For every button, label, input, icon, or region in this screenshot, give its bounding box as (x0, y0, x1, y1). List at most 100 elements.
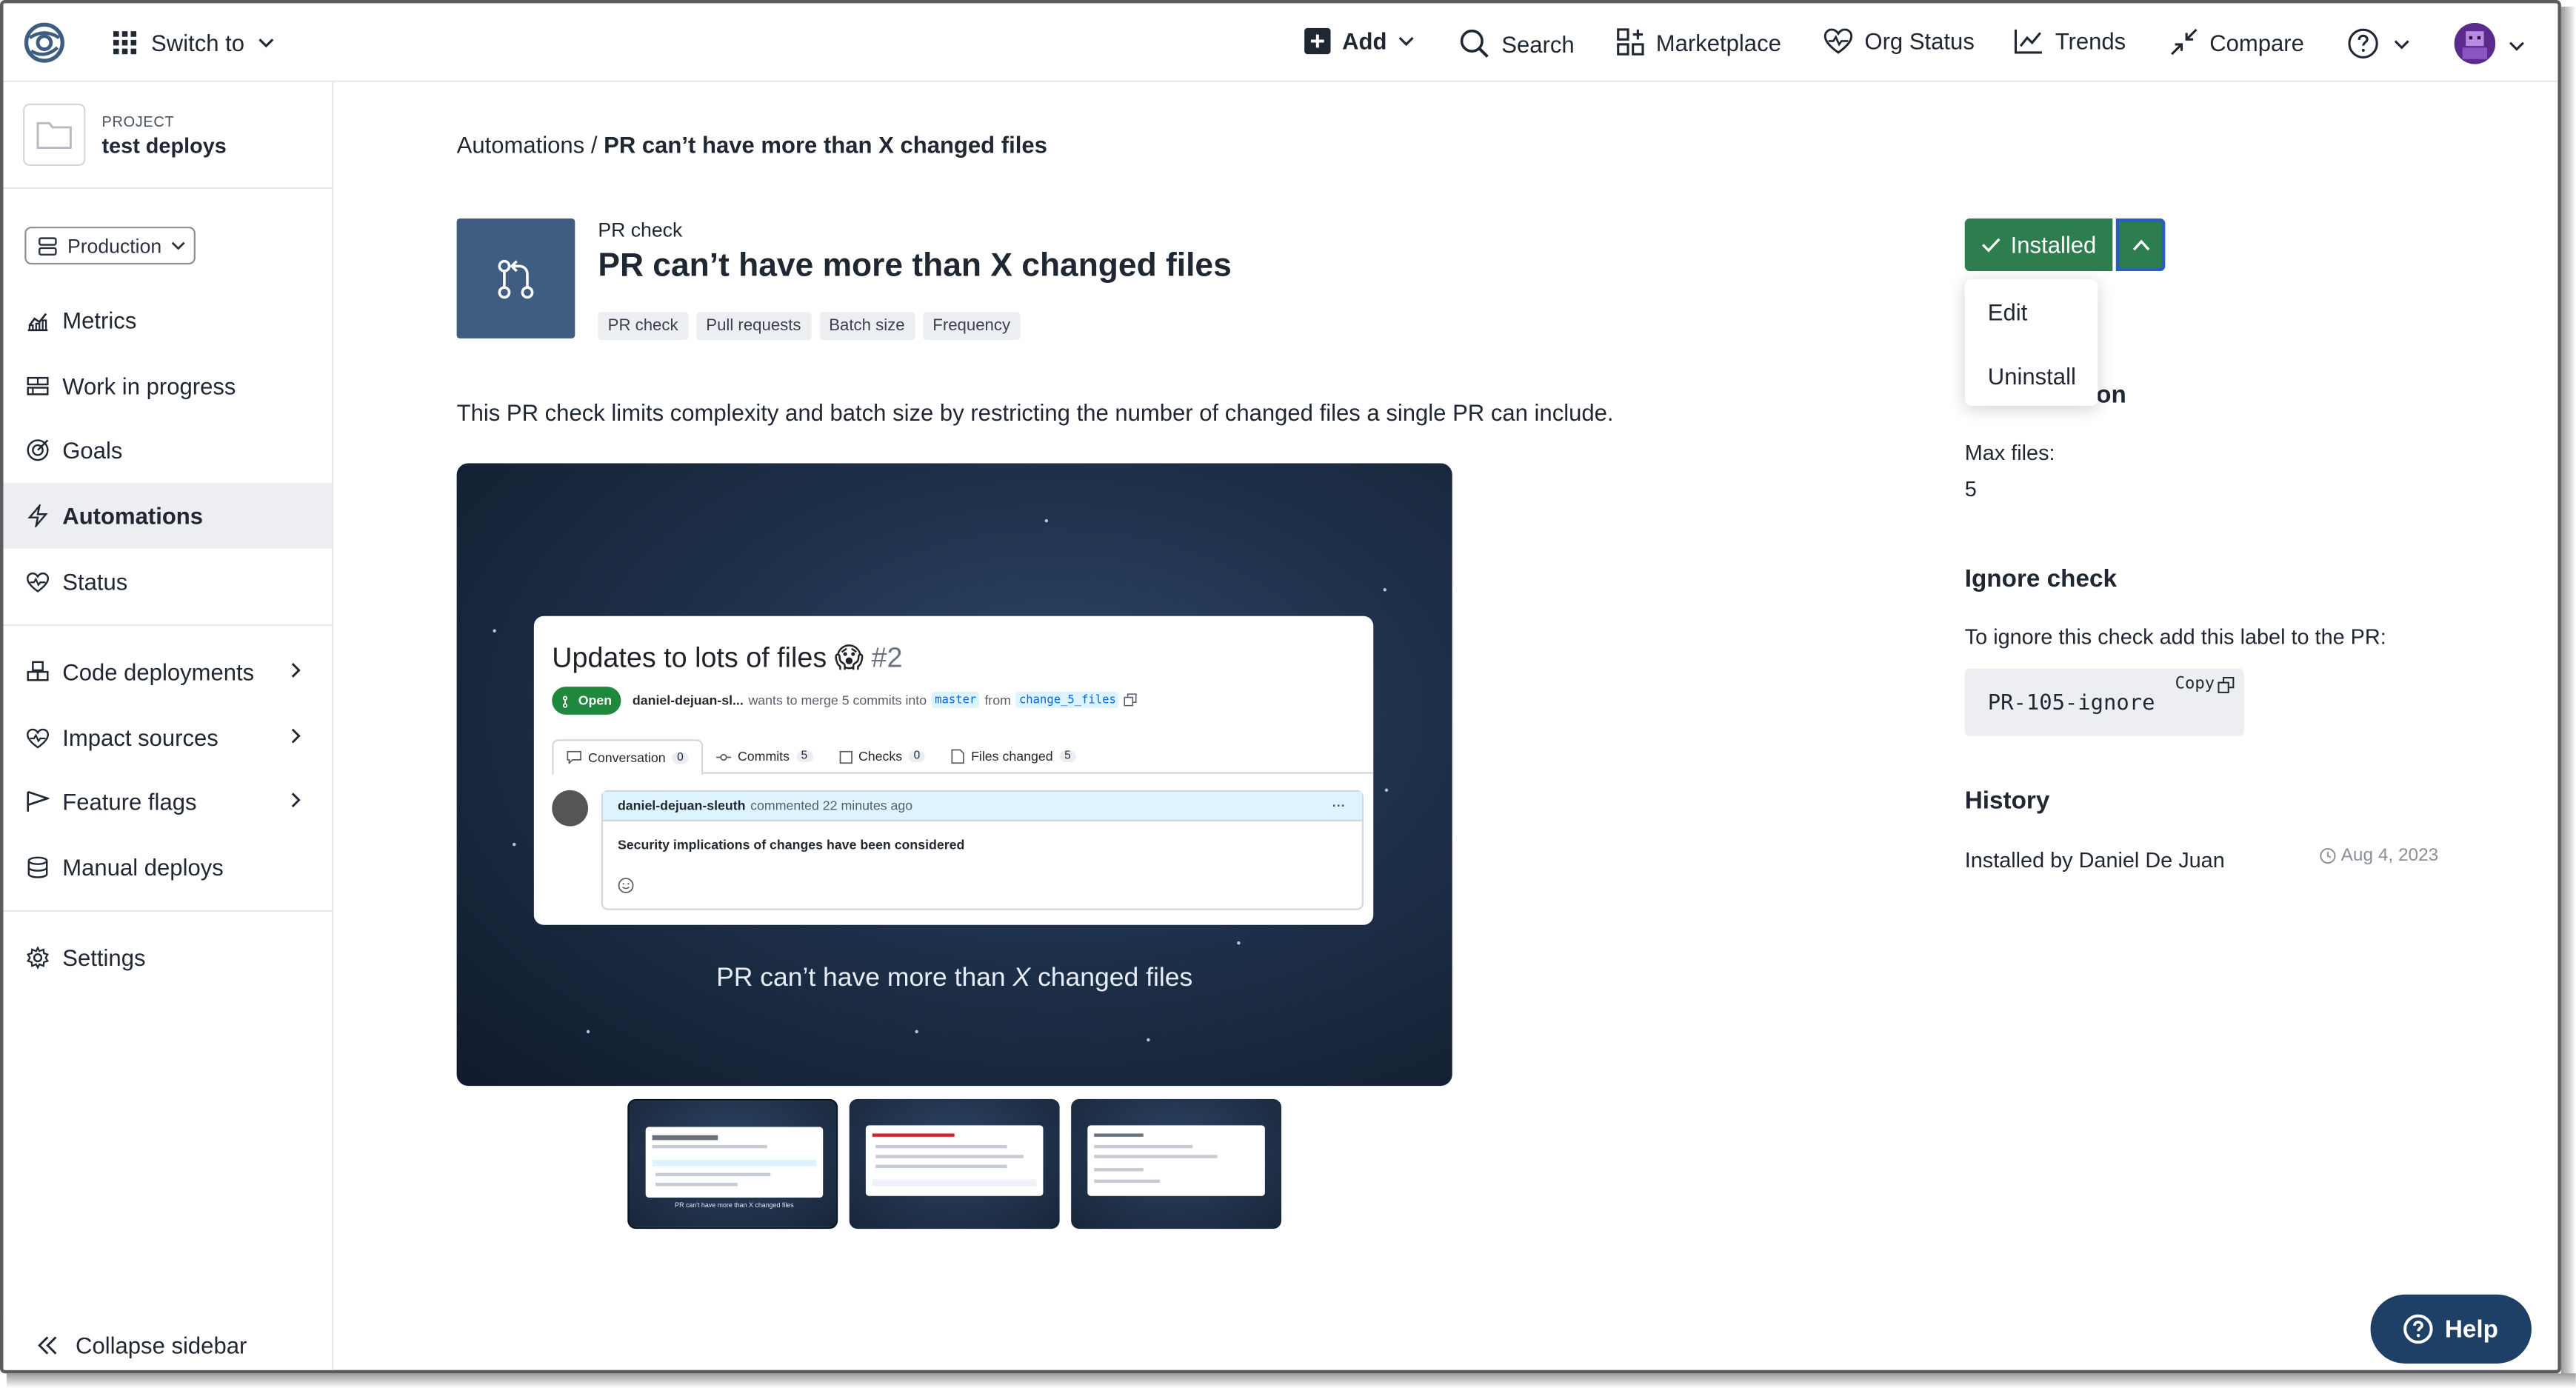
chevron-down-icon (2394, 39, 2409, 49)
copy-button[interactable]: Copy (2175, 675, 2235, 693)
help-button[interactable]: Help (2370, 1294, 2532, 1364)
sidebar-item-impact-sources[interactable]: Impact sources (3, 705, 332, 771)
sidebar-item-work-in-progress[interactable]: Work in progress (3, 353, 332, 419)
sidebar-item-label: Automations (62, 502, 204, 530)
sidebar-divider (3, 187, 333, 190)
pr-open-badge: Open (552, 687, 622, 715)
compare-label: Compare (2209, 28, 2304, 56)
pr-tabs: Conversation 0 Commits 5 Checks 0 Files cha… (552, 739, 1374, 775)
environment-label: Production (67, 234, 162, 258)
breadcrumb: Automations / PR can’t have more than X … (457, 131, 1047, 157)
folder-icon (36, 121, 72, 150)
breadcrumb-separator: / (584, 131, 604, 158)
preview-caption: PR can’t have more than X changed files (716, 964, 1193, 992)
chevron-down-icon (1399, 36, 1415, 47)
ignore-check-heading: Ignore check (1964, 564, 2117, 593)
apps-grid-icon (113, 31, 137, 55)
project-selector[interactable] (23, 103, 86, 167)
tag-list: PR check Pull requests Batch size Freque… (598, 312, 1021, 341)
heart-pulse-icon (27, 571, 50, 592)
tag: Batch size (818, 312, 915, 341)
goals-icon (27, 439, 49, 461)
breadcrumb-automations-link[interactable]: Automations (457, 131, 585, 157)
sleuth-logo[interactable] (23, 21, 66, 64)
sidebar-item-code-deployments[interactable]: Code deployments (3, 639, 332, 705)
sidebar-item-goals[interactable]: Goals (3, 417, 332, 483)
switch-to-menu[interactable]: Switch to (112, 30, 274, 56)
installed-dropdown-menu: Edit Uninstall (1964, 279, 2098, 406)
help-menu[interactable] (2348, 28, 2410, 59)
sidebar-item-settings[interactable]: Settings (3, 925, 332, 991)
search-icon (1460, 29, 1489, 58)
sidebar-item-label: Feature flags (62, 788, 197, 815)
marketplace-icon (1617, 28, 1644, 56)
heart-pulse-icon (27, 727, 50, 748)
sidebar-item-feature-flags[interactable]: Feature flags (3, 769, 332, 835)
pull-request-icon (498, 258, 534, 298)
pr-comment: daniel-dejuan-sleuth commented 22 minutes… (601, 790, 1364, 910)
sidebar-item-status[interactable]: Status (3, 549, 332, 615)
sidebar-item-label: Settings (62, 944, 146, 971)
project-label: PROJECT (101, 113, 175, 130)
history-heading: History (1964, 787, 2050, 815)
automation-description: This PR check limits complexity and batc… (456, 398, 1614, 426)
user-avatar[interactable] (2454, 23, 2496, 64)
chevron-down-icon (258, 39, 273, 48)
user-avatar-image (2454, 23, 2496, 64)
tag: PR check (598, 312, 688, 341)
add-menu[interactable]: Add (1304, 27, 1415, 55)
chevron-right-icon (291, 728, 301, 744)
compare-arrows-icon (2171, 28, 2198, 56)
trends-label: Trends (2055, 27, 2126, 55)
chevron-right-icon (291, 663, 301, 678)
preview-thumbnail-3[interactable] (1071, 1098, 1282, 1229)
sidebar-item-automations[interactable]: Automations (3, 483, 333, 549)
pr-screenshot-card: Updates to lots of files 😱 #2 Open danie… (533, 615, 1374, 925)
menu-item-uninstall[interactable]: Uninstall (1988, 363, 2076, 389)
lightning-icon (27, 504, 48, 527)
chevron-up-icon (2132, 239, 2149, 251)
question-circle-icon (2403, 1314, 2434, 1344)
sidebar-item-label: Status (62, 568, 128, 595)
trends-link[interactable]: Trends (2014, 28, 2126, 54)
pr-title: Updates to lots of files 😱 #2 (552, 642, 903, 674)
sidebar-divider (3, 624, 333, 627)
smiley-icon (618, 878, 634, 893)
max-files-label: Max files: (1964, 440, 2055, 465)
installed-button[interactable]: Installed (1964, 218, 2113, 271)
environment-selector[interactable]: Production (24, 227, 196, 265)
add-label: Add (1342, 27, 1387, 55)
chevron-right-icon (291, 793, 301, 808)
comment-icon (567, 750, 581, 764)
question-circle-icon (2348, 28, 2378, 59)
preview-thumbnail-2[interactable] (849, 1098, 1060, 1229)
collapse-sidebar-button[interactable]: Collapse sidebar (36, 1332, 247, 1358)
preview-thumbnail-1[interactable]: PR can't have more than X changed files (627, 1098, 838, 1229)
preview-image[interactable]: Updates to lots of files 😱 #2 Open danie… (456, 463, 1452, 1087)
copy-icon (2218, 675, 2235, 693)
server-icon (39, 236, 57, 255)
compare-link[interactable]: Compare (2170, 28, 2304, 56)
copy-icon (1124, 693, 1138, 707)
menu-item-edit[interactable]: Edit (1988, 299, 2028, 325)
sidebar-divider (3, 910, 333, 912)
checklist-icon (838, 750, 852, 764)
chevron-down-icon[interactable] (2509, 38, 2525, 54)
org-status-link[interactable]: Org Status (1823, 28, 1975, 54)
tag: Pull requests (695, 312, 811, 341)
max-files-value: 5 (1964, 476, 1977, 501)
pr-tab-files-changed: Files changed 5 (938, 739, 1089, 774)
marketplace-link[interactable]: Marketplace (1617, 28, 1781, 56)
commenter-avatar (552, 790, 589, 827)
installed-dropdown-toggle[interactable] (2115, 218, 2166, 271)
main-content: Automations / PR can’t have more than X … (333, 82, 2557, 1370)
sidebar-item-manual-deploys[interactable]: Manual deploys (3, 835, 332, 901)
sidebar-item-metrics[interactable]: Metrics (3, 287, 332, 353)
sidebar-item-label: Impact sources (62, 724, 218, 751)
work-in-progress-icon (27, 376, 49, 396)
pr-tab-commits: Commits 5 (703, 739, 825, 774)
check-icon (1981, 238, 2001, 253)
project-name: test deploys (101, 133, 227, 158)
ignore-label-code: PR-105-ignore (1987, 691, 2155, 717)
search-button[interactable]: Search (1459, 28, 1575, 59)
